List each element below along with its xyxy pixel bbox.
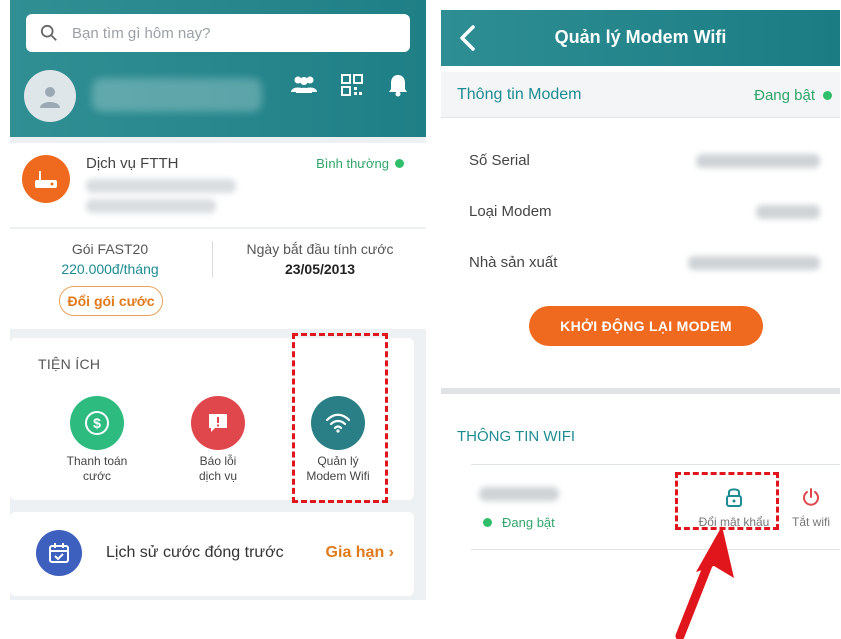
utility-label: Thanh toán cước <box>42 454 152 484</box>
modem-wifi-screen: Quản lý Modem Wifi Thông tin Modem Đang … <box>441 10 840 639</box>
group-icon[interactable] <box>290 72 318 98</box>
dollar-icon: $ <box>70 396 124 450</box>
wifi-status-label: Đang bật <box>502 515 555 530</box>
billing-start-date: 23/05/2013 <box>284 261 356 277</box>
utility-report-error[interactable]: Báo lỗi dịch vụ <box>163 396 273 484</box>
screen-title: Quản lý Modem Wifi <box>554 27 727 47</box>
search-icon <box>40 24 57 41</box>
wifi-status: Đang bật <box>483 515 555 530</box>
utility-label-line: Thanh toán <box>66 454 128 468</box>
redacted-line <box>86 199 216 213</box>
utility-label: Báo lỗi dịch vụ <box>163 454 273 484</box>
payment-history-card[interactable]: Lịch sử cước đóng trước Gia hạn › <box>10 512 414 596</box>
status-dot <box>823 91 832 100</box>
service-title: Dịch vụ FTTH <box>86 155 179 172</box>
utility-payment[interactable]: $ Thanh toán cước <box>42 396 152 484</box>
highlight-box <box>292 333 388 503</box>
renew-link[interactable]: Gia hạn › <box>326 544 394 562</box>
service-card[interactable]: Dịch vụ FTTH Bình thường <box>10 143 426 227</box>
screenshot-composite: Bạn tìm gì hôm nay? Dịch vụ FTTH Bình th… <box>0 0 841 639</box>
utility-label-line: cước <box>83 469 111 483</box>
modem-type-label: Loại Modem <box>469 203 552 220</box>
manufacturer-row: Nhà sản xuất <box>441 238 840 289</box>
billing-start-label: Ngày bắt đầu tính cước <box>246 241 394 257</box>
utility-label-line: Báo lỗi <box>199 454 237 468</box>
search-bar[interactable]: Bạn tìm gì hôm nay? <box>26 14 410 52</box>
payment-history-label: Lịch sử cước đóng trước <box>106 544 284 561</box>
screen-header: Quản lý Modem Wifi <box>441 10 840 66</box>
report-icon <box>191 396 245 450</box>
manufacturer-label: Nhà sản xuất <box>469 254 558 271</box>
status-dot <box>483 518 492 527</box>
serial-label: Số Serial <box>469 152 530 169</box>
avatar[interactable] <box>24 70 76 122</box>
wifi-info-title: THÔNG TIN WIFI <box>457 428 576 445</box>
modem-status: Đang bật <box>754 87 832 104</box>
redacted-value <box>696 154 820 168</box>
home-screen: Bạn tìm gì hôm nay? Dịch vụ FTTH Bình th… <box>10 0 426 600</box>
svg-text:$: $ <box>93 415 101 431</box>
router-icon <box>22 155 70 203</box>
wifi-name-redacted <box>479 487 559 501</box>
pointer-arrow-icon <box>675 526 734 639</box>
bell-icon[interactable] <box>384 72 412 98</box>
user-icon <box>40 87 60 108</box>
redacted-value <box>756 205 820 219</box>
modem-info-header: Thông tin Modem Đang bật <box>441 72 840 118</box>
restart-modem-button[interactable]: KHỞI ĐỘNG LẠI MODEM <box>529 306 763 346</box>
user-name-redacted <box>92 78 262 112</box>
divider <box>212 241 213 277</box>
wifi-card: Đang bật Đổi mật khẩu Tắt wifi <box>471 464 840 550</box>
calendar-icon <box>36 530 82 576</box>
modem-status-label: Đang bật <box>754 87 815 104</box>
section-divider <box>441 388 840 394</box>
qr-code-icon[interactable] <box>338 72 366 98</box>
status-dot <box>395 159 404 168</box>
package-price: 220.000đ/tháng <box>61 261 159 277</box>
modem-type-row: Loại Modem <box>441 187 840 238</box>
serial-row: Số Serial <box>441 136 840 187</box>
service-status-label: Bình thường <box>316 156 389 171</box>
modem-info-title: Thông tin Modem <box>457 86 582 103</box>
utilities-title: TIỆN ÍCH <box>38 356 101 372</box>
utility-label-line: dịch vụ <box>198 469 238 483</box>
turn-off-wifi-label: Tắt wifi <box>791 515 830 529</box>
change-package-button[interactable]: Đổi gói cước <box>59 286 163 316</box>
redacted-value <box>688 256 820 270</box>
package-name: Gói FAST20 <box>71 241 149 257</box>
app-header: Bạn tìm gì hôm nay? <box>10 0 426 137</box>
power-icon <box>799 485 823 509</box>
service-status: Bình thường <box>316 156 404 171</box>
turn-off-wifi-button[interactable]: Tắt wifi <box>785 485 837 529</box>
package-card: Gói FAST20 220.000đ/tháng Đổi gói cước N… <box>10 229 426 329</box>
redacted-line <box>86 179 236 193</box>
search-placeholder: Bạn tìm gì hôm nay? <box>72 24 211 42</box>
